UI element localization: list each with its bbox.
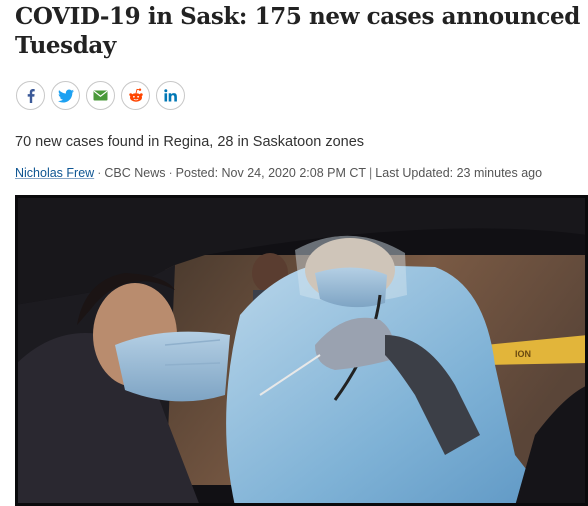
- posted-timestamp: Posted: Nov 24, 2020 2:08 PM CT: [175, 166, 367, 180]
- covid-test-photo: ION: [15, 195, 588, 506]
- author-link[interactable]: Nicholas Frew: [15, 166, 94, 180]
- facebook-icon: [27, 88, 35, 103]
- byline-separator: ·: [168, 166, 173, 180]
- twitter-icon: [57, 89, 74, 102]
- share-facebook-button[interactable]: [16, 81, 45, 110]
- byline-separator: ·: [97, 166, 102, 180]
- svg-text:ION: ION: [515, 349, 531, 359]
- share-twitter-button[interactable]: [51, 81, 80, 110]
- email-icon: [93, 90, 108, 101]
- article-headline: COVID-19 in Sask: 175 new cases announce…: [15, 3, 580, 59]
- byline-divider: |: [369, 166, 373, 180]
- article-subtitle: 70 new cases found in Regina, 28 in Sask…: [15, 134, 365, 150]
- share-email-button[interactable]: [86, 81, 115, 110]
- linkedin-icon: [164, 89, 177, 102]
- news-source: CBC News: [104, 166, 166, 180]
- updated-timestamp: Last Updated: 23 minutes ago: [375, 166, 543, 180]
- article-photo: ION: [15, 195, 588, 506]
- byline: Nicholas Frew · CBC News · Posted: Nov 2…: [15, 166, 542, 180]
- share-linkedin-button[interactable]: [156, 81, 185, 110]
- share-buttons: [16, 81, 185, 110]
- share-reddit-button[interactable]: [121, 81, 150, 110]
- reddit-icon: [128, 88, 143, 102]
